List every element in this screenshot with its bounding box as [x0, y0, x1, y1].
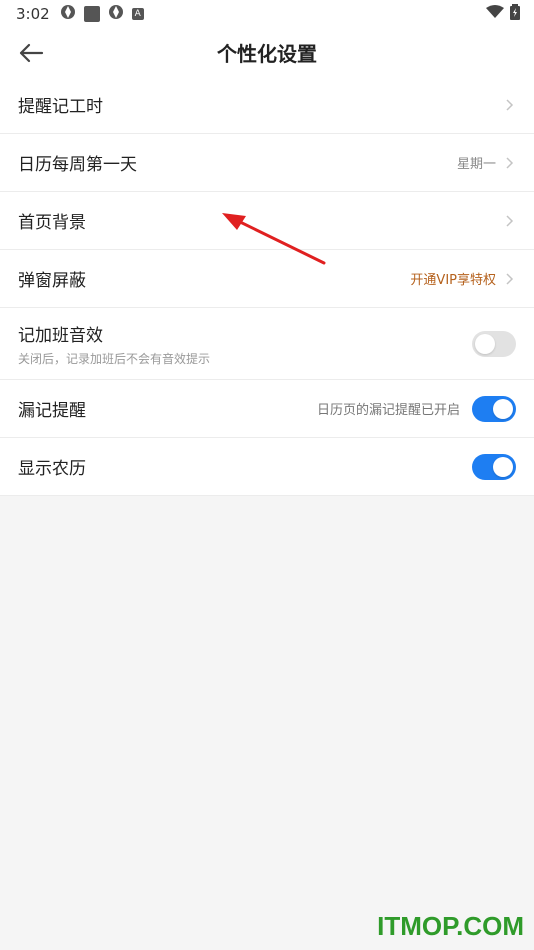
square-icon: [83, 6, 100, 22]
status-time: 3:02: [16, 5, 50, 23]
setting-overtime-sound: 记加班音效 关闭后，记录加班后不会有音效提示: [0, 308, 534, 380]
setting-label: 提醒记工时: [18, 97, 103, 117]
toggle-knob: [493, 398, 513, 419]
wifi-icon: [486, 5, 504, 23]
setting-home-background[interactable]: 首页背景: [0, 192, 534, 250]
setting-label: 首页背景: [18, 213, 86, 233]
settings-list: 提醒记工时 日历每周第一天 星期一 首页背景 弹窗屏蔽 开通VIP享特权 记加班…: [0, 76, 534, 496]
setting-popup-block[interactable]: 弹窗屏蔽 开通VIP享特权: [0, 250, 534, 308]
lunar-calendar-toggle[interactable]: [472, 453, 516, 480]
setting-label: 显示农历: [18, 459, 86, 479]
missed-reminder-toggle[interactable]: [472, 395, 516, 422]
chevron-right-icon: [504, 98, 516, 111]
chevron-right-icon: [504, 272, 516, 285]
page-title: 个性化设置: [217, 41, 317, 66]
aperture-icon: [108, 4, 124, 24]
chevron-right-icon: [504, 156, 516, 169]
setting-show-lunar-calendar: 显示农历: [0, 438, 534, 496]
toggle-knob: [475, 333, 495, 354]
status-bar: 3:02 A: [0, 0, 534, 28]
battery-icon: [510, 4, 520, 24]
status-notification-icons: A: [60, 4, 144, 24]
setting-week-start-day[interactable]: 日历每周第一天 星期一: [0, 134, 534, 192]
setting-label: 弹窗屏蔽: [18, 271, 86, 291]
toggle-knob: [493, 456, 513, 477]
watermark-logo: ITMOP.COM: [377, 911, 524, 941]
vip-promo-link[interactable]: 开通VIP享特权: [410, 269, 496, 288]
setting-value: 星期一: [456, 157, 496, 172]
app-header: 个性化设置: [0, 28, 534, 76]
setting-label: 日历每周第一天: [18, 155, 137, 175]
back-button[interactable]: [16, 38, 46, 68]
setting-label: 漏记提醒: [18, 401, 86, 421]
aperture-icon: [60, 4, 76, 24]
setting-hint: 日历页的漏记提醒已开启: [316, 403, 460, 418]
setting-description: 关闭后，记录加班后不会有音效提示: [18, 351, 211, 366]
setting-missed-record-reminder: 漏记提醒 日历页的漏记提醒已开启: [0, 380, 534, 438]
overtime-sound-toggle[interactable]: [472, 330, 516, 357]
setting-remind-work-hours[interactable]: 提醒记工时: [0, 76, 534, 134]
chevron-right-icon: [504, 214, 516, 227]
setting-label: 记加班音效: [18, 325, 103, 346]
back-arrow-icon: [19, 43, 44, 63]
a-notice-icon: A: [131, 8, 144, 20]
